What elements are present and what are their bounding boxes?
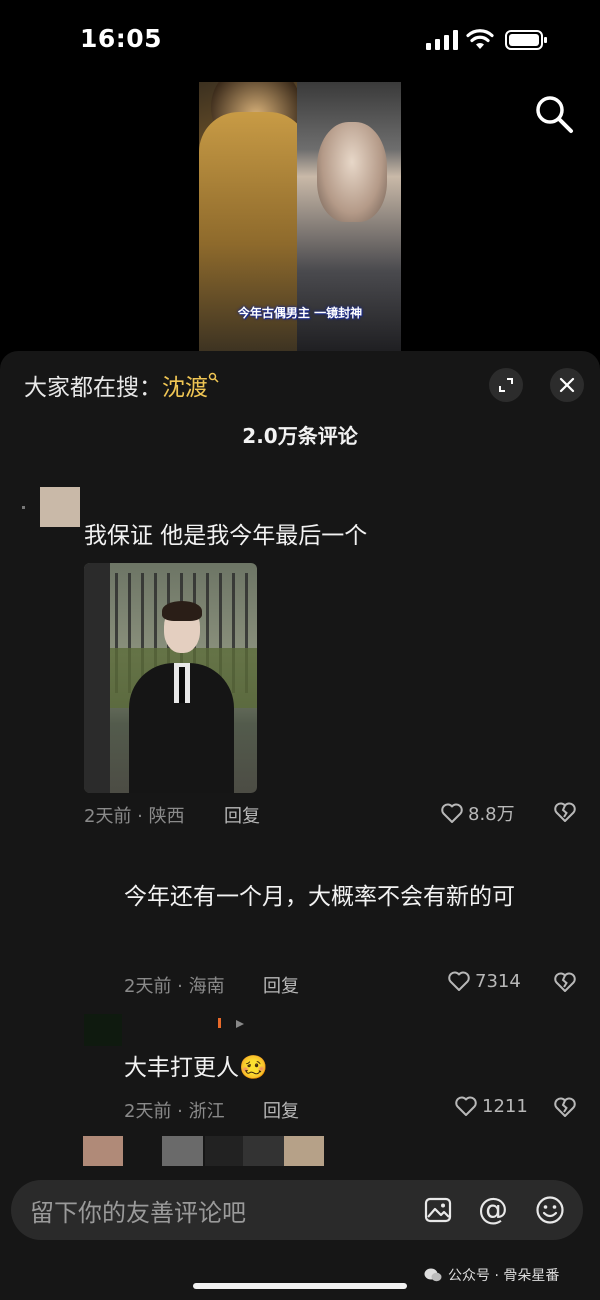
hot-search-prefix: 大家都在搜： [24,375,162,401]
comment-image[interactable] [84,563,257,793]
comment-text: 我保证 他是我今年最后一个 [84,523,368,549]
comment-text: 今年还有一个月，大概率不会有新的可 [124,884,515,910]
heart-icon [448,971,470,991]
mention-icon[interactable]: @ [478,1192,508,1227]
comment-text: 大丰打更人🥴 [124,1055,268,1081]
hot-search-keyword[interactable]: 沈渡 [162,375,208,401]
reply-button[interactable]: 回复 [263,972,299,998]
watermark: 公众号 · 骨朵星番 [424,1265,559,1285]
dislike-icon[interactable] [553,1096,577,1118]
wechat-icon [424,1268,442,1282]
battery-icon [505,30,547,50]
close-button[interactable] [550,368,584,402]
redacted-block [83,1136,123,1166]
redacted-block [162,1136,203,1166]
like-count: 1211 [482,1095,528,1117]
avatar[interactable] [84,1014,122,1046]
expand-button[interactable] [489,368,523,402]
comment-count-title: 2.0万条评论 [242,424,358,448]
search-icon[interactable] [532,92,576,136]
reply-button[interactable]: 回复 [224,802,260,828]
video-player[interactable]: 今年古偶男主 一镜封神 [199,82,401,352]
signal-icon [426,30,458,50]
wifi-icon [466,29,494,49]
dislike-icon[interactable] [553,971,577,993]
redacted-block [243,1136,284,1166]
home-indicator[interactable] [193,1283,407,1289]
dislike-icon[interactable] [553,801,577,823]
expand-icon [499,378,513,392]
like-button[interactable]: 8.8万 [440,800,515,826]
heart-icon [441,803,463,823]
redacted-block [284,1136,324,1166]
comment-meta: 2天前 · 海南 [124,976,225,997]
status-time: 16:05 [80,24,163,53]
like-button[interactable]: 1211 [454,1095,528,1117]
comment-input-placeholder: 留下你的友善评论吧 [30,1199,246,1227]
play-icon [236,1020,244,1028]
emoji-icon[interactable] [535,1195,565,1225]
video-caption: 今年古偶男主 一镜封神 [237,306,363,320]
reply-button[interactable]: 回复 [263,1097,299,1123]
search-small-icon [208,372,219,383]
like-button[interactable]: 7314 [447,970,521,992]
like-count: 8.8万 [468,804,515,825]
close-icon [559,377,575,393]
image-icon[interactable] [424,1196,452,1224]
watermark-text: 公众号 · 骨朵星番 [448,1268,560,1284]
redacted-block [205,1136,243,1166]
hot-search-bar[interactable]: 大家都在搜：沈渡 [24,368,219,402]
comment-meta: 2天前 · 浙江 [124,1101,225,1122]
comment-meta: 2天前 · 陕西 [84,806,185,827]
avatar[interactable] [40,487,80,527]
heart-icon [455,1096,477,1116]
like-count: 7314 [475,970,521,992]
